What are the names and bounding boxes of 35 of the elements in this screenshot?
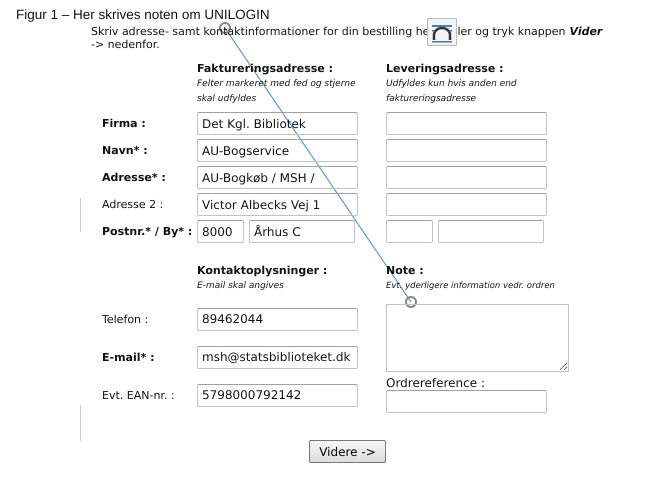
input-field[interactable]: 89462044 — [197, 308, 358, 330]
field-label: Adresse 2 : — [102, 197, 164, 213]
button-reference: Vider — [570, 25, 602, 38]
field-label: Adresse* : — [102, 170, 167, 186]
field-label: Ordrereference : — [386, 376, 485, 390]
input-field[interactable] — [386, 193, 547, 216]
input-field[interactable]: 8000 — [197, 220, 244, 243]
hint-text: E-mail skal angives — [197, 280, 285, 293]
section-heading: Leveringsadresse : — [386, 62, 505, 77]
input-field[interactable]: Århus C — [249, 220, 355, 243]
input-field[interactable]: 5798000792142 — [197, 384, 358, 406]
input-field[interactable]: AU-Bogservice — [197, 139, 358, 162]
input-field[interactable]: Victor Albecks Vej 1 — [197, 193, 358, 216]
field-label: Telefon : — [102, 312, 150, 328]
section-heading: Kontaktoplysninger : — [197, 264, 328, 279]
input-field[interactable] — [386, 220, 433, 243]
input-field[interactable] — [438, 220, 544, 243]
input-field[interactable] — [386, 390, 547, 413]
figure-caption: Figur 1 – Her skrives noten om UNILOGIN — [15, 6, 271, 22]
layout-options-icon[interactable] — [427, 18, 458, 46]
field-label: Evt. EAN-nr. : — [102, 388, 176, 404]
hint-text: Udfyldes kun hvis anden end faktureringsadresse — [386, 78, 518, 106]
input-field[interactable]: msh@statsbiblioteket.dk — [197, 346, 358, 368]
field-label: Navn* : — [102, 143, 149, 159]
field-label: E-mail* : — [102, 350, 156, 366]
intro-text: -> nedenfor. — [91, 38, 161, 51]
field-label: Postnr.* / By* : — [102, 224, 194, 240]
input-field[interactable] — [386, 139, 547, 162]
input-field[interactable] — [386, 112, 547, 135]
intro-text: ler og tryk knappen — [457, 25, 566, 38]
note-field[interactable] — [386, 304, 569, 372]
field-label: Firma : — [102, 116, 147, 132]
input-field[interactable] — [386, 166, 547, 189]
next-button[interactable]: Videre -> — [309, 440, 386, 463]
input-field[interactable]: AU-Bogkøb / MSH / — [197, 166, 358, 189]
